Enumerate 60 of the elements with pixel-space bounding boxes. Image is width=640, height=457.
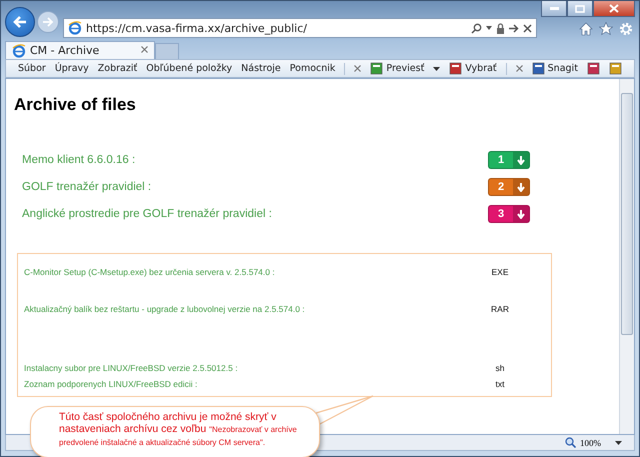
caret-icon[interactable] [615,440,622,444]
toolbar-button[interactable]: Previesť [386,63,424,74]
maximize-icon [575,4,585,12]
star-icon[interactable] [599,22,613,36]
close-toolbar-icon[interactable] [516,65,523,72]
callout-text: Túto časť spoločného archivu je možné skryť v nastaveniach archívu cez voľbu "Nezobrazovať v archíve predvolené inštalačné a aktualizačné súbory CM servera". [59,411,298,449]
browser-logo-icon [68,21,82,35]
file-label: C-Monitor Setup (C-Msetup.exe) bez určenia servera v. 2.5.574.0 : [24,267,276,277]
file-label: Instalacny subor pre LINUX/FreeBSD verzie 2.5.5012.5 : [24,363,239,373]
minimize-icon [550,7,558,10]
forward-arrow-icon [42,17,54,27]
download-button[interactable]: 3 [488,205,530,223]
menu-item[interactable]: Nástroje [241,63,281,74]
home-icon[interactable] [579,22,593,36]
toolbar-app-icon[interactable] [608,62,622,75]
go-arrow-icon[interactable] [509,24,519,32]
browser-tab[interactable]: CM - Archive [5,41,155,59]
maximize-button[interactable] [567,1,593,17]
caret-icon[interactable] [486,26,492,30]
close-icon[interactable] [523,24,532,32]
scrollbar[interactable] [619,79,634,434]
menu-item[interactable]: Úpravy [54,63,89,74]
address-bar[interactable]: https://cm.vasa-firma.xx/archive_public/ [63,18,537,38]
file-label: Zoznam podporenych LINUX/FreeBSD edicii : [24,379,198,389]
download-label: Anglické prostredie pre GOLF trenažér pravidiel : [22,208,272,220]
menu-item[interactable]: Zobraziť [98,63,138,74]
minimize-button[interactable] [541,1,567,17]
toolbar-app-icon[interactable] [532,62,545,75]
menu-item[interactable]: Pomocnik [290,63,336,74]
zoom-level[interactable]: 100% [580,438,601,448]
caret-icon[interactable] [433,66,440,70]
toolbar-button[interactable]: Snagit [548,63,578,74]
back-button[interactable] [5,7,35,37]
file-type-link[interactable]: EXE [465,267,535,277]
close-toolbar-icon[interactable] [354,65,362,72]
file-type-link[interactable]: sh [465,363,535,373]
close-button[interactable] [593,1,635,17]
close-icon [609,4,619,13]
back-arrow-icon [12,15,28,29]
toolbar-app-icon[interactable] [449,62,462,75]
file-label: Aktualizačný balík bez reštartu - upgrade z lubovolnej verzie na 2.5.574.0 : [24,304,306,314]
toolbar-app-icon[interactable] [370,62,384,75]
forward-button[interactable] [37,11,59,33]
download-arrow-icon [517,210,525,218]
toolbar-app-icon[interactable] [586,62,600,75]
lock-icon [496,22,505,34]
menu-item[interactable]: Obľúbené položky [146,63,232,74]
download-arrow-icon [517,156,525,164]
page-title: Archive of files [14,95,137,115]
browser-logo-icon [12,44,26,58]
close-tab-icon[interactable] [141,46,148,53]
zoom-icon[interactable] [565,437,576,448]
file-type-link[interactable]: txt [465,379,535,389]
download-label: GOLF trenažér pravidiel : [22,181,152,193]
toolbar-button[interactable]: Vybrať [465,63,497,74]
download-label: Memo klient 6.6.0.16 : [22,154,136,166]
menu-item[interactable]: Súbor [18,63,46,74]
download-arrow-icon [517,182,525,192]
file-type-link[interactable]: RAR [465,304,535,314]
search-icon[interactable] [471,22,482,34]
